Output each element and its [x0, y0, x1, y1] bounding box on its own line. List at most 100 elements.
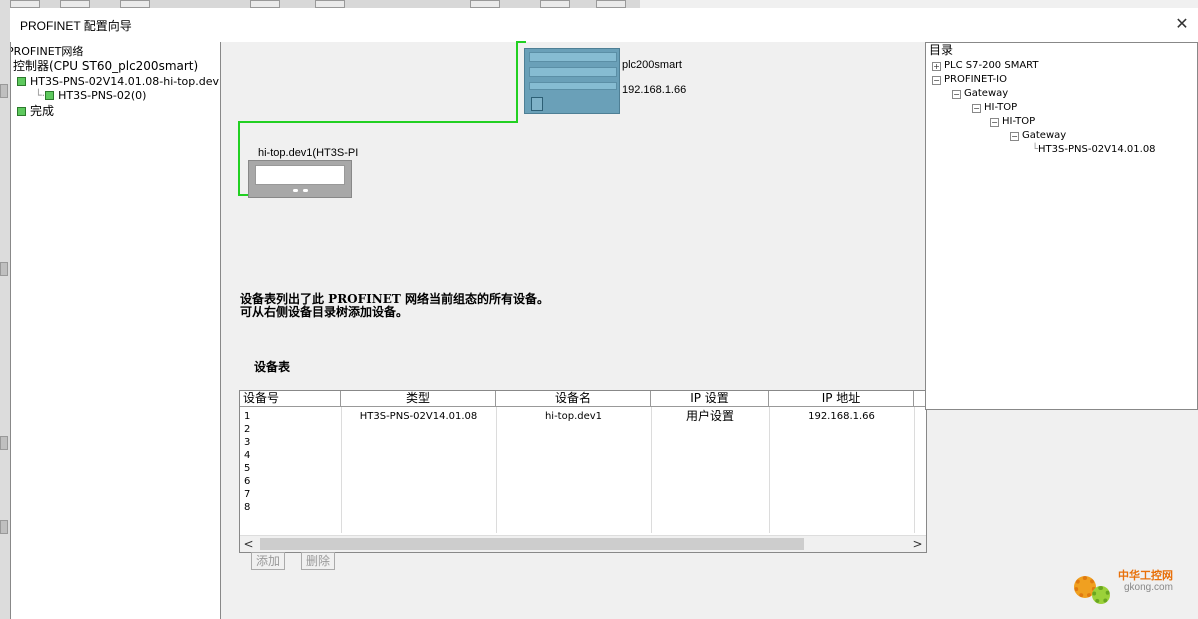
expand-icon[interactable]: +: [932, 62, 941, 71]
green-square-icon: [17, 107, 26, 116]
dialog-titlebar: PROFINET 配置向导 ✕: [10, 8, 1198, 42]
plc-module-strip: [529, 82, 617, 90]
catalog-item[interactable]: − PROFINET-IO: [932, 74, 1007, 86]
cell-type: HT3S-PNS-02V14.01.08: [359, 411, 478, 422]
tree-item-label: PROFINET网络: [10, 45, 84, 58]
catalog-item[interactable]: + PLC S7-200 SMART: [932, 60, 1039, 72]
background-stub: [0, 520, 8, 534]
catalog-title: 目录: [929, 43, 954, 57]
scrollbar-thumb[interactable]: [260, 538, 804, 550]
collapse-icon[interactable]: −: [1010, 132, 1019, 141]
column-header[interactable]: 设备号: [240, 391, 341, 407]
background-tool: [60, 0, 90, 8]
collapse-icon[interactable]: −: [990, 118, 999, 127]
catalog-item-gateway-module[interactable]: └HT3S-PNS-02V14.01.08: [1032, 144, 1156, 156]
io-device-led: [293, 189, 298, 192]
catalog-item-label: HT3S-PNS-02V14.01.08: [1038, 144, 1156, 155]
io-device-led: [303, 189, 308, 192]
device-table-title: 设备表: [254, 360, 291, 374]
cell-device-number: 2: [244, 424, 251, 435]
watermark-text: 中华工控网: [1118, 569, 1173, 582]
plc-module-strip: [529, 52, 617, 62]
delete-button[interactable]: 删除: [301, 552, 336, 570]
watermark-url: gkong.com: [1124, 582, 1173, 593]
background-tool: [470, 0, 500, 8]
catalog-item-label: Gateway: [1022, 130, 1067, 141]
column-header[interactable]: IP 地址: [769, 391, 914, 407]
catalog-item[interactable]: − Gateway: [1010, 130, 1066, 142]
tree-item-label: HT3S-PNS-02(0): [58, 89, 147, 102]
tree-item-device[interactable]: HT3S-PNS-02V14.01.08-hi-top.dev1: [17, 75, 221, 88]
catalog-item-label: HI-TOP: [984, 102, 1018, 113]
table-row[interactable]: 2: [240, 423, 926, 436]
catalog-item-label: PROFINET-IO: [944, 74, 1007, 85]
cell-device-number: 5: [244, 463, 251, 474]
plc-device-icon[interactable]: [524, 48, 620, 114]
cell-device-number: 6: [244, 476, 251, 487]
cell-device-name: hi-top.dev1: [544, 411, 603, 422]
catalog-item[interactable]: − HI-TOP: [990, 116, 1035, 128]
cell-device-number: 1: [244, 411, 251, 422]
catalog-item[interactable]: − Gateway: [952, 88, 1008, 100]
column-header[interactable]: 设备名: [496, 391, 651, 407]
background-toolbar: [0, 0, 640, 8]
green-square-icon: [17, 77, 26, 86]
network-link-line: [516, 41, 518, 121]
info-text: 设备表列出了此 PROFINET 网络当前组态的所有设备。 可从右侧设备目录树添…: [240, 293, 549, 319]
background-tool: [540, 0, 570, 8]
background-tool: [10, 0, 40, 8]
network-link-line: [516, 41, 526, 43]
plc-port-icon: [531, 97, 543, 111]
catalog-item-label: PLC S7-200 SMART: [944, 60, 1039, 71]
profinet-wizard-dialog: PROFINET 配置向导 ✕ PROFINET网络 控制器(CPU ST60_…: [10, 8, 1198, 619]
info-line: 可从右侧设备目录树添加设备。: [240, 305, 409, 319]
green-square-icon: [45, 91, 55, 100]
cell-ip-address: 192.168.1.66: [808, 411, 875, 422]
scroll-left-arrow-icon[interactable]: <: [240, 536, 257, 552]
table-header: 设备号 类型 设备名 IP 设置 IP 地址: [240, 391, 926, 407]
background-tool: [315, 0, 345, 8]
tree-item-finish[interactable]: 完成: [17, 105, 54, 117]
collapse-icon[interactable]: −: [972, 104, 981, 113]
table-row[interactable]: 1 HT3S-PNS-02V14.01.08 hi-top.dev1 用户设置 …: [240, 410, 926, 423]
plc-ip-address: 192.168.1.66: [622, 84, 687, 96]
catalog-item-label: HI-TOP: [1002, 116, 1036, 127]
tree-item-label: 完成: [30, 104, 55, 118]
background-tool: [596, 0, 626, 8]
scroll-right-arrow-icon[interactable]: >: [909, 536, 926, 552]
device-table: 设备号 类型 设备名 IP 设置 IP 地址 1 HT3S-PNS-02V14.…: [239, 390, 927, 553]
wizard-step-tree: PROFINET网络 控制器(CPU ST60_plc200smart) HT3…: [10, 42, 221, 619]
tree-item-network[interactable]: PROFINET网络: [10, 45, 84, 58]
catalog-item[interactable]: − HI-TOP: [972, 102, 1017, 114]
cell-device-number: 4: [244, 450, 251, 461]
cell-device-number: 7: [244, 489, 251, 500]
network-diagram: plc200smart 192.168.1.66 hi-top.dev1(HT3…: [222, 41, 927, 619]
gear-icon: [1092, 586, 1110, 604]
table-row[interactable]: 8: [240, 501, 926, 514]
collapse-icon[interactable]: −: [952, 90, 961, 99]
device-catalog-tree: 目录 + PLC S7-200 SMART − PROFINET-IO − Gatew…: [925, 42, 1198, 410]
plc-module-strip: [529, 67, 617, 77]
io-device-label: hi-top.dev1(HT3S-PI: [258, 147, 359, 159]
background-tool: [250, 0, 280, 8]
plc-name: plc200smart: [622, 59, 682, 71]
add-button[interactable]: 添加: [251, 552, 286, 570]
tree-item-label: HT3S-PNS-02V14.01.08-hi-top.dev1: [30, 75, 221, 88]
network-link-line: [238, 121, 240, 196]
tree-item-module[interactable]: └· HT3S-PNS-02(0): [35, 90, 146, 102]
column-header[interactable]: 类型: [341, 391, 496, 407]
close-icon[interactable]: ✕: [1172, 14, 1192, 34]
table-row[interactable]: 5: [240, 462, 926, 475]
column-header[interactable]: IP 设置: [651, 391, 769, 407]
table-row[interactable]: 3: [240, 436, 926, 449]
cell-device-number: 8: [244, 502, 251, 513]
table-row[interactable]: 7: [240, 488, 926, 501]
table-row[interactable]: 4: [240, 449, 926, 462]
horizontal-scrollbar[interactable]: < >: [240, 535, 926, 552]
cell-device-number: 3: [244, 437, 251, 448]
tree-item-controller[interactable]: 控制器(CPU ST60_plc200smart): [13, 60, 198, 72]
collapse-icon[interactable]: −: [932, 76, 941, 85]
table-row[interactable]: 6: [240, 475, 926, 488]
catalog-item-label: Gateway: [964, 88, 1009, 99]
io-device-icon[interactable]: [248, 160, 352, 198]
